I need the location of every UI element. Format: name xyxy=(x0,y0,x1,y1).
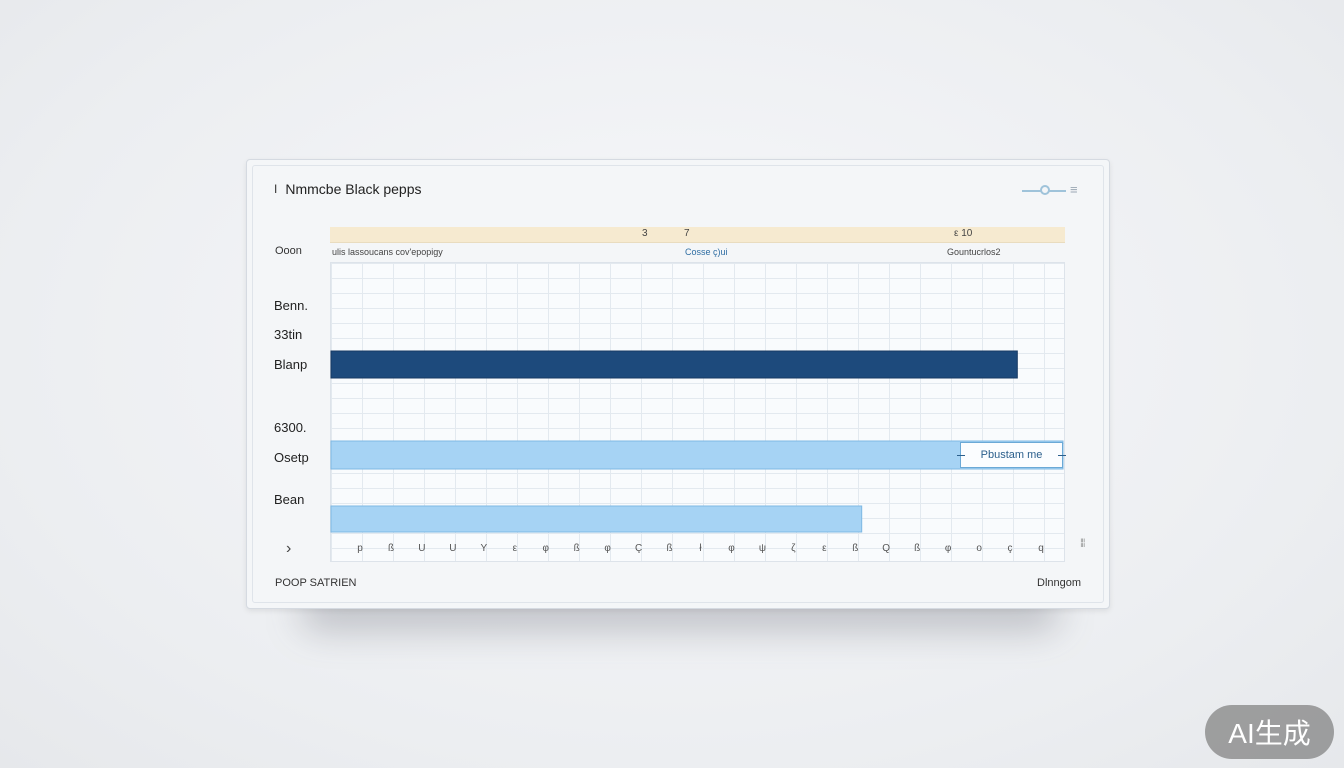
footer-right-label: Dlnngom xyxy=(1037,577,1082,589)
x-tick-label: ψ xyxy=(758,543,766,554)
y-category-label: 33tin xyxy=(274,327,303,342)
chevron-right-icon[interactable]: › xyxy=(286,540,291,558)
x-tick-label: q xyxy=(1038,543,1044,554)
y-category-label: 6300. xyxy=(274,420,307,435)
x-tick-label: ç xyxy=(1007,543,1013,554)
x-tick-label: U xyxy=(418,543,426,554)
x-tick-label: ł xyxy=(699,543,702,554)
y-category-label: Osetp xyxy=(274,450,309,465)
bar-bean xyxy=(330,505,863,533)
x-tick-label: Y xyxy=(480,543,488,554)
x-tick-label: ζ xyxy=(791,543,796,554)
y-category-label: Benn. xyxy=(274,298,308,313)
bar-annotation: Pbustam me xyxy=(957,442,1066,468)
x-tick-label: φ xyxy=(728,543,735,554)
x-tick-label: φ xyxy=(604,543,611,554)
x-tick-label: ε xyxy=(822,543,827,554)
x-tick-label: Ç xyxy=(634,543,643,554)
x-tick-label: ε xyxy=(512,543,518,554)
y-category-label: Blanp xyxy=(274,357,308,372)
x-tick-label: Q xyxy=(882,543,891,554)
bar-chart xyxy=(330,350,1064,533)
footer-left-label: POOP SATRIEN xyxy=(275,577,357,589)
x-tick-label: ß xyxy=(387,543,395,554)
x-tick-label: U xyxy=(449,543,457,554)
x-tick-label: φ xyxy=(944,543,952,554)
side-mark: ≡≡ xyxy=(1078,538,1087,548)
ai-generated-badge: AI生成 xyxy=(1205,705,1334,759)
bar-annotation-text: Pbustam me xyxy=(980,449,1043,461)
ai-badge-text: AI生成 xyxy=(1228,718,1311,749)
bar-blanp xyxy=(330,350,1018,379)
x-tick-label: φ xyxy=(542,543,549,554)
x-tick-label: р xyxy=(357,543,363,554)
x-tick-label: ß xyxy=(666,543,673,554)
x-tick-label: ß xyxy=(852,543,859,554)
x-tick-label: ο xyxy=(976,543,982,554)
x-tick-label: ß xyxy=(573,543,580,554)
x-tick-label: ß xyxy=(914,543,921,554)
bar-osetp xyxy=(330,440,1064,470)
y-category-label: Bean xyxy=(274,492,305,507)
